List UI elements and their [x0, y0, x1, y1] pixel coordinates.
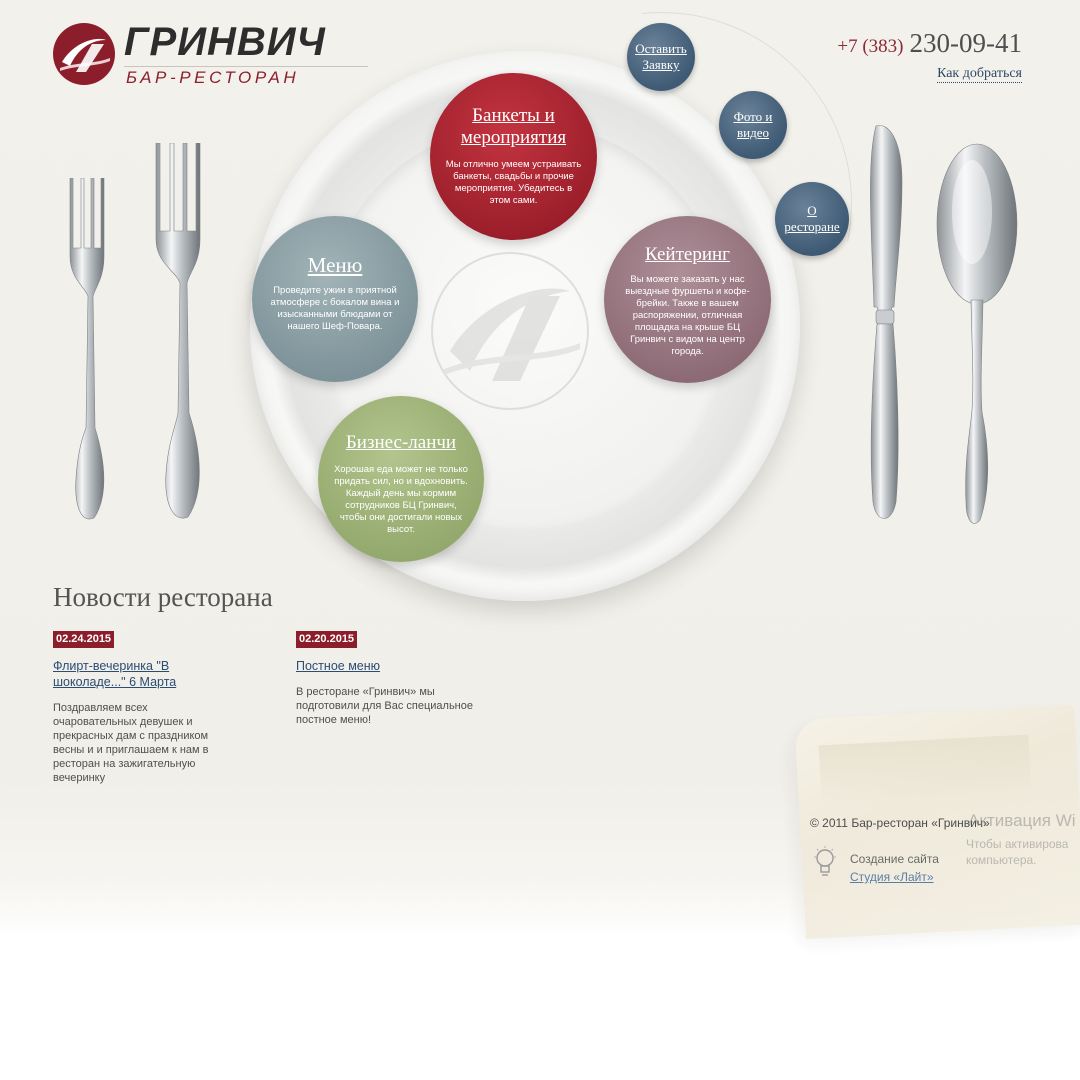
news-item: 02.24.2015 Флирт-вечеринка "В шоколаде..… [53, 629, 233, 785]
news-item: 02.20.2015 Постное меню В ресторане «Гри… [296, 629, 476, 727]
copyright-text: © 2011 Бар-ресторан «Гринвич» [810, 816, 990, 830]
catering-description: Вы можете заказать у нас выездные фуршет… [625, 274, 750, 357]
menu-bubble[interactable]: Меню Проведите ужин в приятной атмосфере… [252, 216, 418, 382]
fork-large-icon [155, 143, 201, 519]
os-activation-title: Активация Wi [968, 811, 1076, 830]
plate-emblem-icon [431, 252, 589, 410]
os-activation-text: Чтобы активирова компьютера. [966, 837, 1069, 867]
news-date-badge: 02.20.2015 [296, 631, 358, 648]
catering-title[interactable]: Кейтеринг [645, 244, 730, 266]
menu-title[interactable]: Меню [308, 254, 363, 276]
studio-label: Создание сайта [850, 852, 939, 866]
request-button[interactable]: Оставить Заявку [627, 23, 695, 91]
request-button-label: Оставить Заявку [635, 41, 687, 72]
news-text: Поздравляем всех очаровательных девушек … [53, 702, 209, 784]
news-title-link[interactable]: Флирт-вечеринка "В шоколаде..." 6 Марта [53, 658, 233, 690]
news-text: В ресторане «Гринвич» мы подготовили для… [296, 686, 473, 726]
phone-digits: 230-09-41 [909, 28, 1022, 58]
site-logo[interactable]: ГРИНВИЧ БАР-РЕСТОРАН [52, 20, 368, 90]
phone-code: +7 (383) [837, 36, 904, 57]
catering-bubble[interactable]: Кейтеринг Вы можете заказать у нас выезд… [604, 216, 771, 383]
napkin-fold [818, 734, 1032, 806]
spoon-icon [936, 143, 1018, 524]
brand-logo-icon [53, 23, 115, 85]
directions-link[interactable]: Как добраться [937, 66, 1022, 83]
photo-video-button-label: Фото и видео [733, 109, 773, 140]
about-button[interactable]: Оресторане [775, 182, 849, 256]
brand-name: ГРИНВИЧ [124, 20, 326, 64]
business-lunch-description: Хорошая еда может не только придать сил,… [334, 464, 468, 535]
phone-number: +7 (383) 230-09-41 [837, 28, 1022, 59]
photo-video-button[interactable]: Фото и видео [719, 91, 787, 159]
banquets-description: Мы отлично умеем устраивать банкеты, сва… [445, 159, 582, 206]
business-lunch-bubble[interactable]: Бизнес-ланчи Хорошая еда может не только… [318, 396, 484, 562]
logo-divider [124, 66, 368, 67]
business-lunch-title[interactable]: Бизнес-ланчи [346, 432, 456, 454]
banquets-title[interactable]: Банкеты и мероприятия [461, 105, 566, 149]
studio-link[interactable]: Студия «Лайт» [850, 870, 934, 884]
menu-description: Проведите ужин в приятной атмосфере с бо… [270, 285, 400, 332]
about-button-label: Оресторане [784, 203, 840, 234]
banquets-bubble[interactable]: Банкеты и мероприятия Мы отлично умеем ус… [430, 73, 597, 240]
news-title-link[interactable]: Постное меню [296, 658, 476, 674]
news-date-badge: 02.24.2015 [53, 631, 115, 648]
lightbulb-icon [814, 846, 836, 876]
knife-icon [870, 125, 903, 519]
fork-small-icon [69, 178, 105, 520]
brand-subtitle: БАР-РЕСТОРАН [126, 68, 300, 87]
news-heading: Новости ресторана [53, 582, 273, 612]
